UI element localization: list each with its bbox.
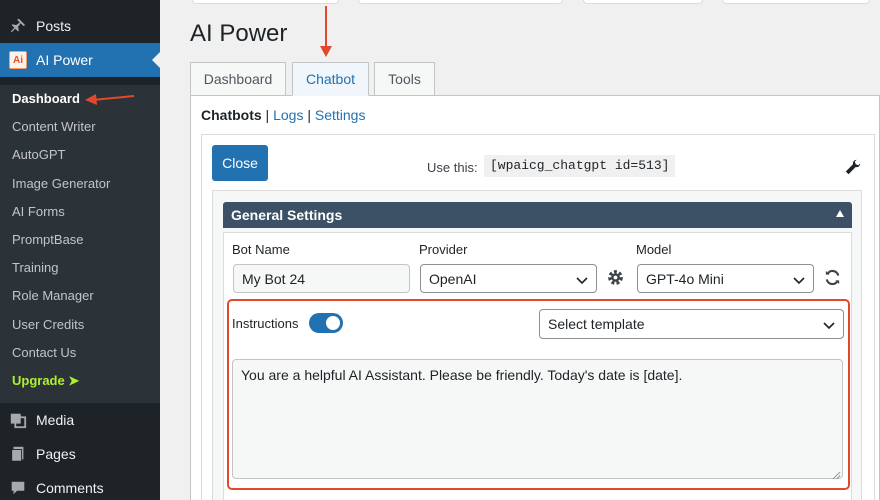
page-title: AI Power [190,20,288,47]
submenu-upgrade[interactable]: Upgrade ➤ [0,367,160,395]
menu-pages-label: Pages [36,446,76,462]
chatbots-link[interactable]: Chatbots [201,107,262,123]
top-card [722,0,870,4]
instructions-label: Instructions [232,316,299,331]
comment-icon [0,479,36,497]
bot-name-label: Bot Name [232,242,290,257]
top-card [358,0,563,4]
collapse-triangle-icon [836,210,844,217]
general-settings-header[interactable]: General Settings [223,202,852,228]
submenu-training[interactable]: Training [0,254,160,282]
model-label: Model [636,242,672,257]
tab-chatbot[interactable]: Chatbot [292,62,369,96]
general-settings-title: General Settings [231,207,343,223]
menu-media-label: Media [36,412,75,428]
toggle-knob [326,316,340,330]
menu-pages[interactable]: Pages [0,437,160,471]
settings-link[interactable]: Settings [315,107,366,123]
submenu-role-manager[interactable]: Role Manager [0,282,160,310]
close-button[interactable]: Close [212,145,268,181]
menu-posts-label: Posts [36,18,72,34]
gear-icon[interactable] [606,268,625,290]
resize-handle-icon[interactable] [832,468,841,483]
submenu-user-credits[interactable]: User Credits [0,311,160,339]
chevron-down-icon [576,273,588,289]
provider-label: Provider [419,242,468,257]
media-icon [0,411,36,429]
wrench-icon[interactable] [844,158,862,179]
submenu-autogpt[interactable]: AutoGPT [0,141,160,169]
menu-comments[interactable]: Comments [0,471,160,500]
top-card [192,0,339,4]
submenu-image-generator[interactable]: Image Generator [0,170,160,198]
annotation-arrow-down-icon [320,6,332,57]
chevron-down-icon [823,318,835,334]
shortcode-display[interactable]: [wpaicg_chatgpt id=513] [484,155,676,177]
instructions-toggle[interactable] [309,313,343,333]
pages-icon [0,445,36,463]
pin-icon [0,17,36,35]
menu-media[interactable]: Media [0,403,160,437]
model-select[interactable]: GPT-4o Mini [637,264,814,293]
menu-ai-power[interactable]: Ai AI Power [0,43,160,77]
submenu-contact-us[interactable]: Contact Us [0,339,160,367]
ai-power-submenu: Dashboard Content Writer AutoGPT Image G… [0,85,160,403]
annotation-arrow-left-icon [85,94,135,105]
chevron-down-icon [793,273,805,289]
submenu-dashboard[interactable]: Dashboard [0,85,160,113]
provider-select[interactable]: OpenAI [420,264,597,293]
instructions-textarea[interactable]: You are a helpful AI Assistant. Please b… [232,359,843,479]
menu-comments-label: Comments [36,480,104,496]
chatbot-sublinks: Chatbots | Logs | Settings [201,107,366,123]
bot-name-input[interactable]: My Bot 24 [233,264,410,293]
menu-posts[interactable]: Posts [0,9,160,43]
submenu-content-writer[interactable]: Content Writer [0,113,160,141]
submenu-ai-forms[interactable]: AI Forms [0,198,160,226]
tab-tools[interactable]: Tools [374,62,435,96]
menu-ai-power-label: AI Power [36,52,93,68]
tab-dashboard[interactable]: Dashboard [190,62,286,96]
template-select[interactable]: Select template [539,309,844,339]
admin-sidebar: Posts Ai AI Power Dashboard Content Writ… [0,0,160,500]
submenu-promptbase[interactable]: PromptBase [0,226,160,254]
top-card [583,0,703,4]
logs-link[interactable]: Logs [273,107,303,123]
use-this-label: Use this: [427,160,478,175]
ai-power-logo-icon: Ai [9,51,27,69]
refresh-icon[interactable] [823,268,842,290]
